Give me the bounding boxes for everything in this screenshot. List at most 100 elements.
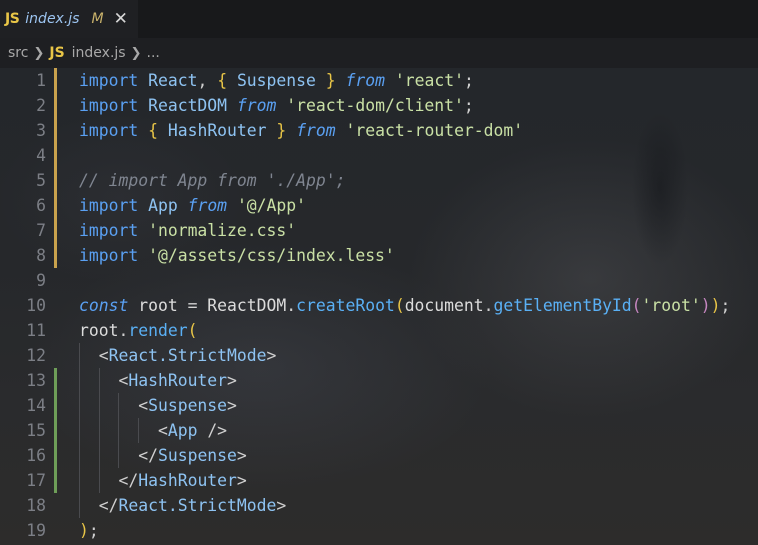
code-line[interactable]: 15 <App /> xyxy=(0,418,758,443)
code-line[interactable]: 10 const root = ReactDOM.createRoot(docum… xyxy=(0,293,758,318)
breadcrumb-symbols[interactable]: ... xyxy=(147,45,160,61)
code-text: root.render( xyxy=(79,318,197,343)
line-number: 14 xyxy=(26,396,46,415)
code-token: import xyxy=(79,221,139,240)
modified-line-indicator xyxy=(54,93,57,118)
code-token: from xyxy=(187,196,228,215)
modified-line-indicator xyxy=(54,193,57,218)
code-token: React.StrictMode xyxy=(118,496,277,515)
code-line[interactable]: 17 </HashRouter> xyxy=(0,468,758,493)
code-token: , xyxy=(197,71,218,90)
code-line[interactable]: 4 xyxy=(0,143,758,168)
line-number: 1 xyxy=(36,71,46,90)
code-text: import App from '@/App' xyxy=(79,193,306,218)
indent-guide xyxy=(118,393,119,468)
code-text: </React.StrictMode> xyxy=(79,493,287,518)
code-token: render xyxy=(128,321,188,340)
line-number: 7 xyxy=(36,221,46,240)
added-line-indicator xyxy=(54,368,57,393)
code-token: { xyxy=(148,121,158,140)
code-text: </HashRouter> xyxy=(79,468,247,493)
added-line-indicator xyxy=(54,393,57,418)
code-token: 'react-dom/client' xyxy=(286,96,464,115)
javascript-file-icon: JS xyxy=(5,11,20,27)
breadcrumb-folder[interactable]: src xyxy=(8,45,28,61)
code-token: Suspense xyxy=(148,396,228,415)
code-token: < xyxy=(138,396,149,415)
code-token: ReactDOM xyxy=(148,96,228,115)
line-number: 5 xyxy=(36,171,46,190)
code-text: </Suspense> xyxy=(79,443,247,468)
code-token: Suspense xyxy=(236,71,316,90)
code-text: import '@/assets/css/index.less' xyxy=(79,243,395,268)
line-number: 3 xyxy=(36,121,46,140)
code-line[interactable]: 5 // import App from './App'; xyxy=(0,168,758,193)
code-token: import xyxy=(79,96,139,115)
code-line[interactable]: 3 import { HashRouter } from 'react-route… xyxy=(0,118,758,143)
code-token: App xyxy=(148,196,178,215)
code-token: > xyxy=(266,346,277,365)
code-token: HashRouter xyxy=(138,471,237,490)
added-line-indicator xyxy=(54,418,57,443)
code-line[interactable]: 13 <HashRouter> xyxy=(0,368,758,393)
code-line[interactable]: 1 import React, { Suspense } from 'react'… xyxy=(0,68,758,93)
code-line[interactable]: 2 import ReactDOM from 'react-dom/client'… xyxy=(0,93,758,118)
code-token: 'react-router-dom' xyxy=(345,121,524,140)
chevron-right-icon: ❯ xyxy=(130,45,142,61)
code-token: ) xyxy=(710,296,721,315)
code-line[interactable]: 11 root.render( xyxy=(0,318,758,343)
code-line[interactable]: 18 </React.StrictMode> xyxy=(0,493,758,518)
code-token: 'normalize.css' xyxy=(148,221,297,240)
line-number: 17 xyxy=(26,471,46,490)
code-line[interactable]: 9 xyxy=(0,268,758,293)
code-line[interactable]: 6 import App from '@/App' xyxy=(0,193,758,218)
code-token: from xyxy=(296,121,336,140)
code-line[interactable]: 14 <Suspense> xyxy=(0,393,758,418)
code-line[interactable]: 12 <React.StrictMode> xyxy=(0,343,758,368)
code-editor[interactable]: 1 import React, { Suspense } from 'react'… xyxy=(0,68,758,545)
code-token: ) xyxy=(700,296,711,315)
code-token: import xyxy=(79,196,139,215)
modified-line-indicator xyxy=(54,118,57,143)
code-token: createRoot xyxy=(296,296,395,315)
line-number: 18 xyxy=(26,496,46,515)
javascript-file-icon: JS xyxy=(49,45,65,61)
code-line[interactable]: 8 import '@/assets/css/index.less' xyxy=(0,243,758,268)
code-line[interactable]: 7 import 'normalize.css' xyxy=(0,218,758,243)
tab-index-js[interactable]: JS index.js M ✕ xyxy=(0,0,138,38)
close-icon[interactable]: ✕ xyxy=(114,10,128,28)
breadcrumb-file[interactable]: index.js xyxy=(72,45,126,61)
code-token: . xyxy=(286,296,297,315)
code-line[interactable]: 19); xyxy=(0,518,758,543)
code-token: . xyxy=(118,321,129,340)
code-text: import { HashRouter } from 'react-router… xyxy=(79,118,523,143)
line-number: 9 xyxy=(36,271,46,290)
code-text: ); xyxy=(79,518,99,543)
code-token: from xyxy=(345,71,385,90)
code-text: <Suspense> xyxy=(79,393,237,418)
code-token: const xyxy=(79,296,129,315)
code-token: root xyxy=(79,321,119,340)
code-text: import React, { Suspense } from 'react'; xyxy=(79,68,474,93)
code-token: import xyxy=(79,121,139,140)
modified-line-indicator xyxy=(54,243,57,268)
code-text: import 'normalize.css' xyxy=(79,218,296,243)
code-token: < xyxy=(157,421,168,440)
added-line-indicator xyxy=(54,443,57,468)
code-token: import xyxy=(79,71,139,90)
code-line[interactable]: 16 </Suspense> xyxy=(0,443,758,468)
added-line-indicator xyxy=(54,468,57,493)
code-token: > xyxy=(236,471,247,490)
